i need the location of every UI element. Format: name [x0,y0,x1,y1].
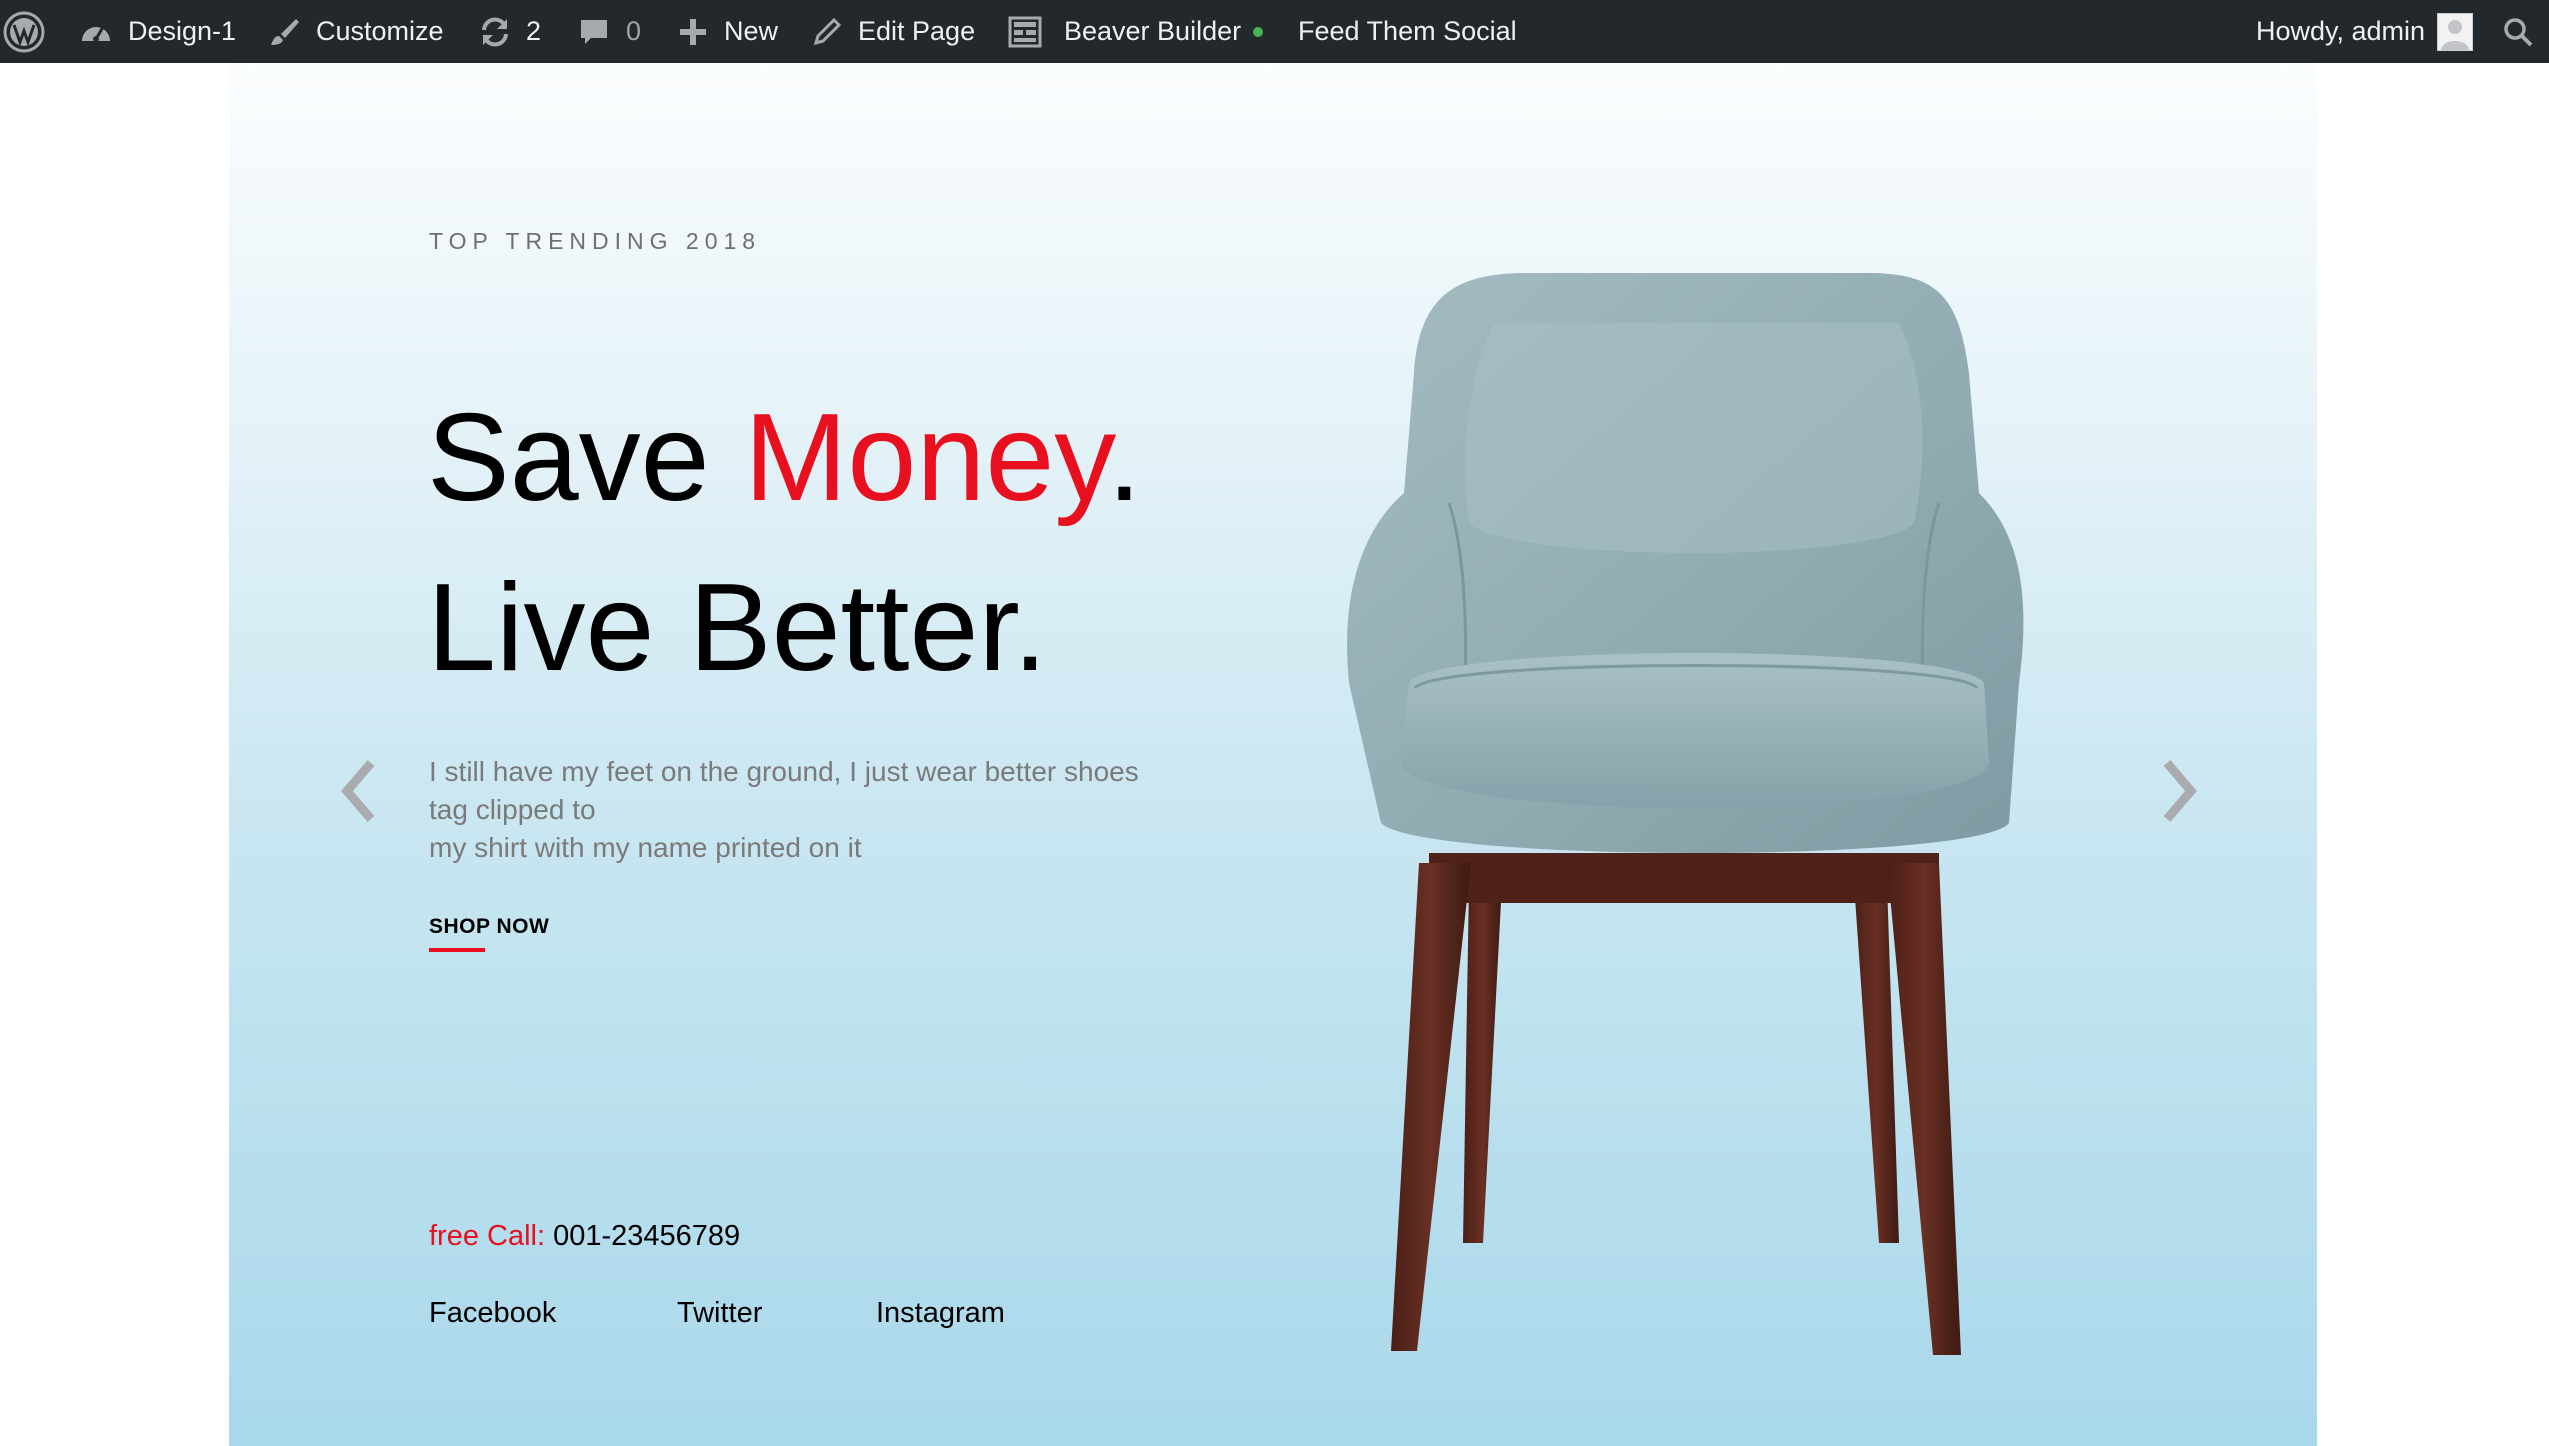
edit-page-label: Edit Page [858,16,976,46]
updates-icon [478,16,512,48]
free-call: free Call: 001-23456789 [429,1220,740,1253]
description-line: tag clipped to [429,794,596,825]
builder-icon [1008,16,1042,48]
updates-count: 2 [526,16,542,46]
my-account-menu[interactable]: Howdy, admin [2256,0,2474,63]
beaver-builder-label: Beaver Builder [1064,16,1242,46]
shop-now-button[interactable]: SHOP NOW [429,915,549,939]
beaver-builder-link[interactable]: Beaver Builder [1008,0,1264,63]
brush-icon [268,16,300,48]
admin-search[interactable] [2502,0,2534,63]
twitter-link[interactable]: Twitter [677,1297,762,1330]
customize-label: Customize [316,16,444,46]
admin-bar: Design-1 Customize 2 0 New Edit Page Bea… [0,0,2549,63]
facebook-link[interactable]: Facebook [429,1297,556,1330]
description-line: my shirt with my name printed on it [429,832,862,863]
comments-count: 0 [626,16,642,46]
prev-slide-button[interactable] [329,751,389,831]
dashboard-icon [80,17,112,47]
shop-now-underline [429,948,485,952]
new-label: New [724,16,779,46]
comment-icon [578,16,610,48]
description-line: I still have my feet on the ground, I ju… [429,756,1139,787]
hero-description: I still have my feet on the ground, I ju… [429,753,1189,867]
updates-link[interactable]: 2 [478,0,541,63]
headline-period: . [1107,389,1142,527]
plus-icon [678,17,708,47]
pencil-icon [812,17,842,47]
site-name-label: Design-1 [128,16,237,46]
call-label: free Call: [429,1220,546,1252]
howdy-label: Howdy, admin [2256,16,2426,46]
new-content-menu[interactable]: New [678,0,778,63]
next-slide-button[interactable] [2149,751,2209,831]
eyebrow-label: TOP TRENDING 2018 [429,228,762,254]
edit-page-link[interactable]: Edit Page [812,0,975,63]
search-icon [2502,16,2534,48]
feed-them-social-label: Feed Them Social [1298,16,1517,46]
wordpress-logo-icon [2,10,46,54]
feed-them-social-link[interactable]: Feed Them Social [1298,0,1517,63]
chevron-left-icon [329,760,389,835]
headline-text: Save [427,389,745,527]
comments-link[interactable]: 0 [578,0,641,63]
instagram-link[interactable]: Instagram [876,1297,1005,1330]
chevron-right-icon [2149,760,2209,835]
armchair-image [1319,263,2079,1363]
headline-line-1: Save Money. [427,396,1142,520]
call-number: 001-23456789 [553,1220,741,1252]
headline-line-2: Live Better. [427,559,1048,697]
status-dot [1253,26,1264,37]
wp-logo-menu[interactable] [2,0,46,63]
headline-accent: Money [744,389,1108,527]
customize-link[interactable]: Customize [268,0,444,63]
site-name-menu[interactable]: Design-1 [80,0,236,63]
hero-slider: TOP TRENDING 2018 Save Money. Live Bette… [229,63,2317,1446]
avatar [2437,12,2474,51]
